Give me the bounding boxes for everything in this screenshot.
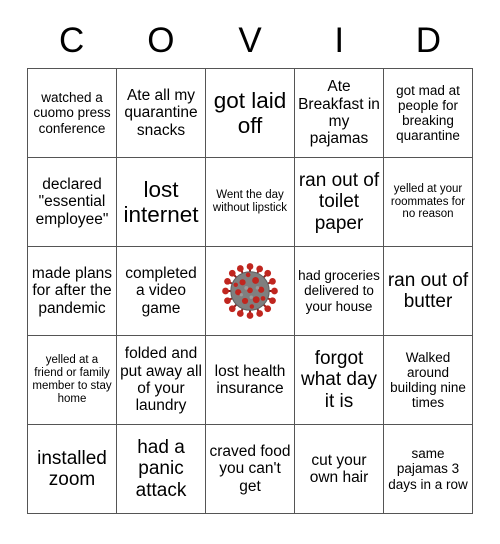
bingo-cell-label: made plans for after the pandemic (31, 264, 113, 317)
bingo-cell-label: forgot what day it is (300, 348, 378, 412)
bingo-cell[interactable]: yelled at your roommates for no reason (384, 158, 473, 247)
bingo-cell[interactable]: watched a cuomo press conference (28, 69, 117, 158)
bingo-cell[interactable]: made plans for after the pandemic (28, 247, 117, 336)
bingo-cell[interactable]: cut your own hair (295, 425, 384, 514)
bingo-cell[interactable]: installed zoom (28, 425, 117, 514)
bingo-cell-label: got laid off (213, 87, 287, 138)
bingo-cell[interactable]: had groceries delivered to your house (295, 247, 384, 336)
bingo-cell-label: declared "essential employee" (35, 175, 109, 228)
bingo-cell-label: watched a cuomo press conference (33, 90, 111, 136)
bingo-cell-label: same pajamas 3 days in a row (388, 446, 468, 492)
bingo-cell-free-space[interactable] (206, 247, 295, 336)
bingo-cell[interactable]: folded and put away all of your laundry (117, 336, 206, 425)
bingo-header: C O V I D (27, 12, 473, 68)
bingo-cell-label: completed a video game (125, 264, 197, 317)
bingo-cell-label: Went the day without lipstick (212, 189, 288, 214)
bingo-grid: watched a cuomo press conference Ate all… (27, 68, 473, 514)
bingo-cell-label: ran out of toilet paper (298, 170, 380, 234)
bingo-cell-label: Ate all my quarantine snacks (124, 86, 198, 139)
bingo-cell[interactable]: Went the day without lipstick (206, 158, 295, 247)
bingo-cell[interactable]: yelled at a friend or family member to s… (28, 336, 117, 425)
header-letter-i: I (334, 20, 345, 60)
bingo-cell-label: craved food you can't get (209, 442, 291, 495)
bingo-cell-label: had a panic attack (135, 437, 187, 501)
bingo-cell-label: Walked around building nine times (390, 349, 466, 411)
bingo-cell-label: installed zoom (37, 447, 107, 490)
bingo-cell-label: ran out of butter (387, 269, 469, 312)
bingo-cell[interactable]: craved food you can't get (206, 425, 295, 514)
bingo-cell[interactable]: forgot what day it is (295, 336, 384, 425)
bingo-cell[interactable]: declared "essential employee" (28, 158, 117, 247)
bingo-cell-label: yelled at your roommates for no reason (390, 182, 466, 221)
bingo-cell-label: Ate Breakfast in my pajamas (298, 78, 380, 148)
header-letter-v: V (238, 20, 262, 60)
bingo-cell[interactable]: Walked around building nine times (384, 336, 473, 425)
bingo-cell[interactable]: Ate all my quarantine snacks (117, 69, 206, 158)
bingo-cell[interactable]: lost internet (117, 158, 206, 247)
bingo-cell[interactable]: lost health insurance (206, 336, 295, 425)
bingo-cell[interactable]: got laid off (206, 69, 295, 158)
coronavirus-icon (219, 260, 281, 322)
bingo-cell-label: lost internet (123, 176, 199, 227)
header-letter-o: O (147, 20, 175, 60)
bingo-cell[interactable]: ran out of butter (384, 247, 473, 336)
header-letter-c: C (58, 20, 85, 60)
bingo-cell[interactable]: Ate Breakfast in my pajamas (295, 69, 384, 158)
bingo-cell-label: folded and put away all of your laundry (120, 345, 202, 415)
header-letter-d: D (415, 20, 442, 60)
bingo-cell[interactable]: ran out of toilet paper (295, 158, 384, 247)
bingo-cell-label: cut your own hair (309, 451, 369, 486)
bingo-cell-label: lost health insurance (214, 362, 286, 397)
bingo-board: C O V I D watched a cuomo press conferen… (27, 12, 473, 516)
bingo-cell-label: yelled at a friend or family member to s… (32, 354, 112, 405)
bingo-cell[interactable]: same pajamas 3 days in a row (384, 425, 473, 514)
bingo-cell-label: had groceries delivered to your house (298, 268, 380, 314)
bingo-cell[interactable]: got mad at people for breaking quarantin… (384, 69, 473, 158)
bingo-cell[interactable]: completed a video game (117, 247, 206, 336)
bingo-cell-label: got mad at people for breaking quarantin… (396, 82, 460, 144)
bingo-cell[interactable]: had a panic attack (117, 425, 206, 514)
